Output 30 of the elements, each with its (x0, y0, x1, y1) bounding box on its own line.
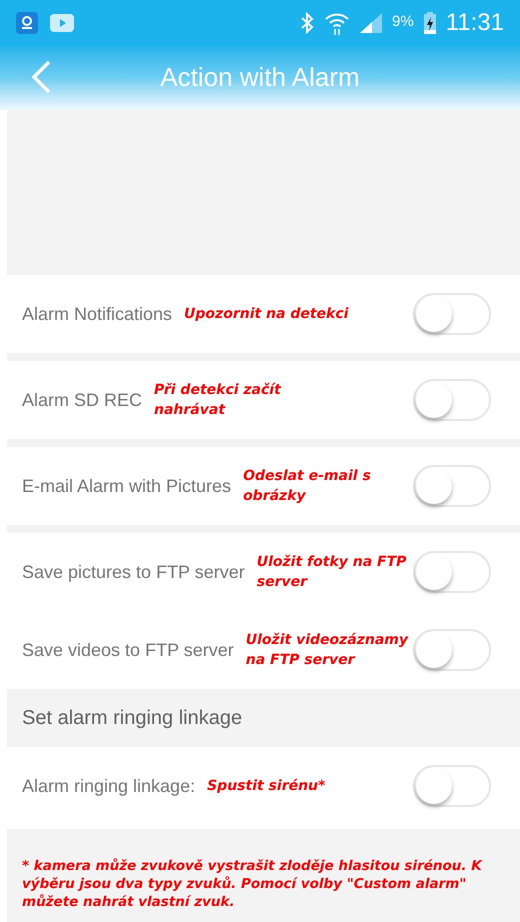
toggle-switch[interactable] (413, 629, 491, 671)
toggle-switch[interactable] (413, 551, 491, 593)
battery-percent: 9% (392, 12, 414, 32)
annotation-text: Uložit fotky na FTP server (256, 553, 408, 592)
row-label: Alarm ringing linkage: (22, 774, 196, 798)
row-label: Alarm Notifications (22, 302, 172, 326)
annotation-text: Upozornit na detekci (184, 305, 350, 324)
bluetooth-icon (300, 12, 314, 34)
toggle-switch[interactable] (413, 765, 491, 807)
battery-charging-icon (424, 12, 436, 34)
section-title: Set alarm ringing linkage (22, 706, 242, 731)
row-label: Alarm SD REC (22, 388, 142, 412)
annotation-text: Při detekci začít nahrávat (154, 381, 282, 420)
signal-icon (360, 12, 382, 32)
toggle-switch[interactable] (413, 379, 491, 421)
row-label: Save pictures to FTP server (22, 560, 245, 584)
annotation-text: Spustit sirénu* (207, 777, 326, 796)
camera-app-icon (16, 12, 38, 34)
video-app-icon (50, 14, 74, 32)
row-label: E-mail Alarm with Pictures (22, 474, 232, 498)
toggle-switch[interactable] (413, 465, 491, 507)
clock-time: 11:31 (446, 8, 504, 38)
back-icon (30, 60, 52, 94)
screen-title: Action with Alarm (160, 61, 360, 94)
wifi-icon (324, 10, 350, 34)
row-label: Save videos to FTP server (22, 638, 234, 662)
footnote-text: * kamera může zvukově vystrašit zloděje hlasitou sirénou. K výběru jsou dva typy zvuků. Pomocí volby "Custom alarm" můžete nahrát vlastní zvuk. (22, 857, 484, 911)
annotation-text: Uložit videozáznamy na FTP server (246, 631, 409, 670)
toggle-switch[interactable] (413, 293, 491, 335)
annotation-text: Odeslat e-mail s obrázky (243, 467, 372, 506)
